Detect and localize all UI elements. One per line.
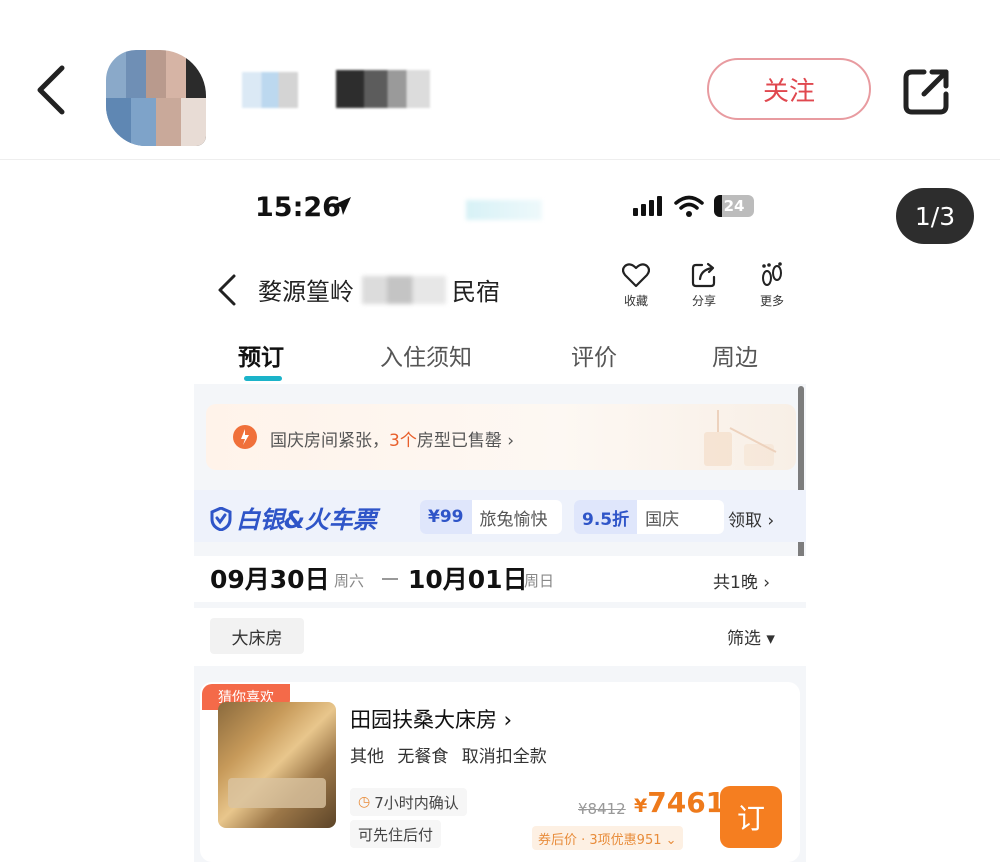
- tab-bar: 预订 入住须知 评价 周边: [200, 330, 810, 390]
- location-arrow-icon: [333, 197, 351, 215]
- share-out-icon: [903, 69, 949, 115]
- more-button[interactable]: 更多: [742, 262, 802, 309]
- discount-note[interactable]: 券后价 · 3项优惠951 ⌄: [532, 826, 683, 850]
- more-label: 更多: [759, 294, 784, 308]
- status-blur: [466, 200, 542, 220]
- date-separator: [382, 578, 398, 580]
- hotel-title-blur: [362, 276, 446, 304]
- flame-alert-icon: [233, 425, 257, 449]
- share-hotel-button[interactable]: 分享: [674, 262, 734, 309]
- hotel-back-button[interactable]: [214, 272, 240, 308]
- tab-reviews[interactable]: 评价: [571, 338, 617, 372]
- notice-text: 国庆房间紧张，3个房型已售罄 ›: [270, 426, 514, 451]
- tab-nearby[interactable]: 周边: [712, 338, 758, 372]
- checkout-weekday: 周日: [524, 572, 555, 590]
- back-button[interactable]: [30, 62, 74, 118]
- checkin-weekday: 周六: [334, 572, 365, 590]
- checkin-date[interactable]: 09月30日: [210, 560, 330, 596]
- checkout-date[interactable]: 10月01日: [408, 560, 528, 596]
- footprint-icon: [762, 262, 782, 286]
- wifi-icon: [674, 195, 704, 217]
- active-tab-indicator: [244, 376, 282, 381]
- heart-icon: [622, 263, 650, 288]
- favorite-button[interactable]: 收藏: [606, 262, 666, 309]
- share-button[interactable]: [902, 66, 952, 116]
- notice-decoration-icon: [704, 410, 777, 466]
- current-price: ¥7461: [634, 786, 725, 819]
- share-label: 分享: [691, 294, 716, 308]
- promo-chip-holiday[interactable]: 9.5折 国庆: [574, 500, 724, 534]
- original-price: ¥8412: [578, 800, 626, 818]
- chevron-left-icon: [37, 65, 65, 115]
- claim-button[interactable]: 领取 ›: [728, 506, 774, 531]
- promo-chip-label: 国庆: [645, 509, 680, 530]
- tab-booking[interactable]: 预订: [238, 338, 284, 372]
- share-icon: [691, 262, 716, 288]
- room-description: 其他 无餐食 取消扣全款: [350, 747, 547, 767]
- filter-button[interactable]: 筛选 ▾: [727, 624, 775, 649]
- book-button[interactable]: 订: [720, 786, 782, 848]
- notice-highlight: 3个: [389, 431, 417, 451]
- promo-logo: 白银&火车票: [210, 500, 377, 535]
- battery-level: 24: [723, 197, 745, 215]
- room-name[interactable]: 田园扶桑大床房 ›: [350, 704, 512, 734]
- confirm-time-tag: ◷ 7小时内确认: [350, 788, 467, 816]
- promo-chip-discount[interactable]: ¥99 旅兔愉快: [420, 500, 562, 534]
- confirm-time-label: 7小时内确认: [374, 793, 459, 812]
- price-currency: ¥: [634, 795, 648, 817]
- avatar[interactable]: [106, 50, 206, 146]
- notice-text-before: 国庆房间紧张，: [270, 431, 389, 451]
- tab-checkin-notice[interactable]: 入住须知: [380, 338, 472, 372]
- favorite-label: 收藏: [623, 294, 648, 308]
- user-info-blur: [336, 70, 430, 108]
- room-photo[interactable]: [218, 702, 336, 828]
- page-indicator: 1/3: [896, 188, 974, 244]
- notice-text-after: 房型已售罄 ›: [416, 431, 515, 451]
- hotel-title: 婺源篁岭: [258, 278, 354, 306]
- price-amount: 7461: [647, 786, 726, 819]
- nights-count[interactable]: 共1晚 ›: [713, 568, 770, 593]
- status-time: 15:26: [255, 192, 341, 223]
- battery-indicator: 24: [714, 195, 754, 217]
- username-blur: [242, 72, 298, 108]
- promo-chip-price: 9.5折: [574, 500, 638, 534]
- pay-later-tag: 可先住后付: [350, 820, 442, 848]
- promo-chip-label: 旅兔愉快: [479, 509, 548, 530]
- room-type-chip[interactable]: 大床房: [210, 618, 304, 654]
- chevron-left-icon: [218, 274, 236, 306]
- shield-icon: [210, 507, 232, 531]
- follow-button[interactable]: 关注: [707, 58, 871, 120]
- hotel-title-suffix: 民宿: [452, 278, 500, 306]
- clock-icon: ◷: [358, 794, 371, 810]
- signal-icon: [633, 196, 662, 216]
- promo-chip-price: ¥99: [420, 500, 472, 534]
- promo-logo-text: 白银&火车票: [236, 506, 377, 534]
